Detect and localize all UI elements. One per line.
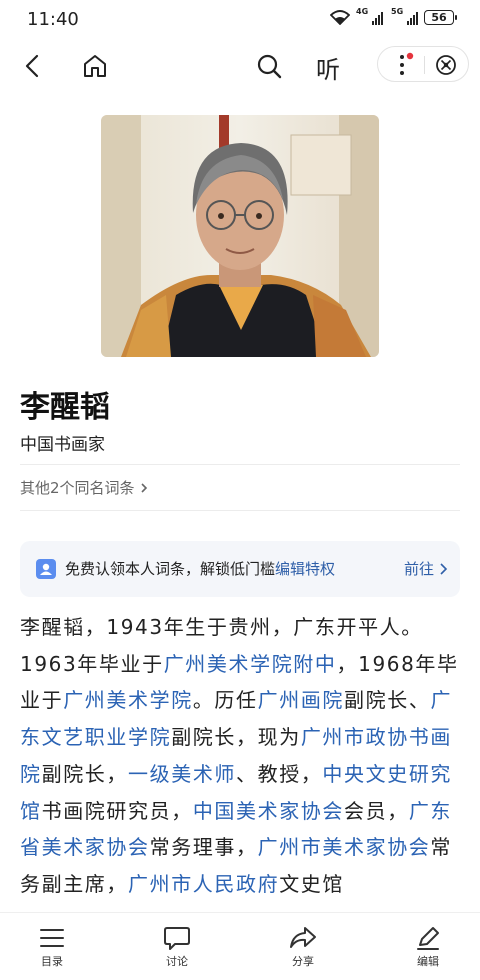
summary-paragraph: 李醒韬，1943年生于贵州，广东开平人。1963年毕业于广州美术学院附中，196… — [20, 609, 466, 909]
more-dots-icon — [400, 52, 414, 75]
cell-signal-2-icon: 5G — [391, 7, 418, 25]
entry-link[interactable]: 广州市美术家协会 — [258, 835, 431, 859]
claim-text: 免费认领本人词条，解锁低门槛编辑特权 — [65, 558, 335, 579]
chevron-left-icon — [25, 54, 39, 78]
discuss-button[interactable]: 讨论 — [147, 925, 207, 969]
search-button[interactable] — [253, 50, 285, 82]
listen-button[interactable]: 听 — [316, 50, 340, 85]
paragraph-text: 、教授， — [236, 761, 323, 786]
user-badge-icon — [36, 559, 56, 579]
entry-link[interactable]: 广州美术学院附中 — [164, 652, 337, 676]
network-type-2: 5G — [391, 6, 404, 16]
status-time: 11:40 — [27, 9, 79, 30]
home-button[interactable] — [79, 50, 111, 82]
paragraph-text: 常务理事， — [149, 835, 258, 860]
paragraph-text: 会员， — [344, 798, 409, 823]
chevron-right-icon — [440, 562, 448, 575]
portrait-image — [101, 115, 379, 357]
paragraph-text: 副院长，现为 — [171, 725, 301, 750]
status-bar: 11:40 4G 5G 56 — [0, 0, 480, 40]
claim-go-label: 前往 — [403, 560, 434, 578]
share-button[interactable]: 分享 — [273, 925, 333, 969]
search-icon — [257, 54, 282, 79]
paragraph-text: 书画院研究员， — [41, 798, 193, 823]
other-entries-label: 其他2个同名词条 — [20, 479, 135, 497]
share-label: 分享 — [292, 955, 314, 968]
battery-level: 56 — [431, 11, 447, 24]
home-icon — [84, 55, 106, 77]
claim-entry-banner[interactable]: 免费认领本人词条，解锁低门槛编辑特权 前往 — [20, 541, 460, 597]
entry-link[interactable]: 一级美术师 — [128, 762, 236, 786]
close-button[interactable] — [425, 47, 470, 83]
status-icons: 4G 5G 56 — [330, 7, 457, 25]
divider — [20, 510, 460, 511]
other-entries-link[interactable]: 其他2个同名词条 — [20, 477, 149, 498]
cell-signal-1-icon: 4G — [356, 7, 383, 25]
top-nav: 听 — [0, 40, 480, 92]
edit-pencil-icon — [417, 927, 439, 950]
entry-link[interactable]: 广州画院 — [258, 688, 344, 712]
mini-program-capsule — [377, 46, 469, 82]
close-circle-icon — [436, 55, 456, 75]
network-type-1: 4G — [356, 6, 369, 16]
wifi-icon — [330, 10, 350, 25]
paragraph-text: 。历任 — [192, 688, 258, 713]
comment-icon — [164, 927, 190, 950]
battery-icon: 56 — [424, 10, 457, 25]
edit-button[interactable]: 编辑 — [398, 925, 458, 969]
entry-link[interactable]: 广州市人民政府 — [128, 872, 279, 896]
paragraph-text: 文史馆 — [279, 871, 345, 896]
more-button[interactable] — [378, 47, 424, 83]
toc-label: 目录 — [41, 955, 63, 968]
claim-message: 免费认领本人词条，解锁低门槛 — [65, 560, 276, 578]
back-button[interactable] — [17, 50, 49, 82]
paragraph-text: 副院长， — [41, 761, 129, 786]
user-icon — [40, 563, 52, 575]
entry-link[interactable]: 中国美术家协会 — [193, 799, 344, 823]
bottom-toolbar: 目录 讨论 分享 编辑 — [0, 912, 480, 980]
divider — [20, 464, 460, 465]
chevron-right-icon — [140, 482, 147, 493]
share-icon — [290, 927, 316, 948]
entry-link[interactable]: 广州美术学院 — [63, 688, 193, 712]
edit-label: 编辑 — [417, 955, 439, 968]
list-icon — [40, 929, 64, 947]
paragraph-text: 副院长、 — [344, 688, 431, 713]
toc-button[interactable]: 目录 — [22, 925, 82, 969]
edit-privilege-link[interactable]: 编辑特权 — [275, 560, 335, 578]
portrait-photo[interactable] — [101, 115, 379, 357]
discuss-label: 讨论 — [166, 955, 188, 968]
entry-subtitle: 中国书画家 — [20, 435, 105, 455]
entry-title: 李醒韬 — [20, 390, 110, 425]
claim-go-button[interactable]: 前往 — [404, 558, 448, 579]
